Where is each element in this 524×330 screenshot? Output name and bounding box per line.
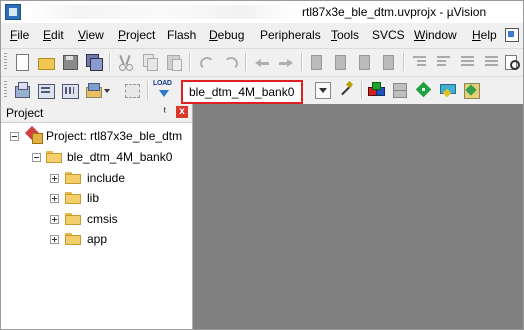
batch-build-icon[interactable] [85, 81, 103, 99]
prev-bookmark-icon[interactable] [331, 53, 349, 71]
toolbar-grip[interactable] [4, 53, 7, 71]
project-pane: Project ᵗ x Project: rtl87x3e_ble_dtm bl… [1, 104, 193, 329]
folder-icon [65, 172, 81, 184]
batch-build-dropdown-icon[interactable] [103, 81, 111, 99]
menu-flash[interactable]: Flash [167, 28, 196, 42]
project-pane-header: Project ᵗ x [1, 104, 192, 123]
menu-svcs[interactable]: SVCS [372, 28, 405, 42]
target-options-icon[interactable] [337, 80, 355, 99]
indent-icon[interactable] [411, 53, 429, 71]
rebuild-icon[interactable] [61, 81, 79, 99]
manage-project-items-icon[interactable] [367, 81, 385, 99]
group-label: include [87, 171, 126, 185]
menu-help[interactable]: Help [472, 28, 497, 42]
target-dropdown-chevron-icon[interactable] [315, 82, 331, 99]
tree-group-row[interactable]: cmsis [1, 210, 192, 228]
new-file-icon[interactable] [13, 53, 31, 71]
toolbar-grip[interactable] [4, 81, 7, 99]
collapse-icon[interactable] [32, 153, 41, 162]
insert-bookmark-icon[interactable] [307, 53, 325, 71]
project-root-icon [24, 125, 43, 144]
menu-peripherals[interactable]: Peripherals [260, 28, 321, 42]
mdi-window-icon[interactable] [505, 28, 519, 42]
comment-icon[interactable] [459, 53, 477, 71]
cut-icon[interactable] [117, 53, 135, 71]
menu-debug[interactable]: Debug [209, 28, 244, 42]
project-root-label: Project: rtl87x3e_ble_dtm [46, 129, 183, 143]
expand-icon[interactable] [50, 194, 59, 203]
build-toolbar: LOAD ble_dtm_4M_bank0 [1, 76, 523, 104]
menu-view[interactable]: View [78, 28, 104, 42]
target-label: ble_dtm_4M_bank0 [67, 150, 173, 164]
pin-icon[interactable]: ᵗ [159, 106, 171, 119]
next-bookmark-icon[interactable] [355, 53, 373, 71]
stop-build-icon[interactable] [123, 81, 141, 99]
unindent-icon[interactable] [435, 53, 453, 71]
expand-icon[interactable] [50, 215, 59, 224]
collapse-icon[interactable] [10, 132, 19, 141]
menu-file[interactable]: File [10, 28, 29, 42]
menu-project[interactable]: Project [118, 28, 155, 42]
load-label: LOAD [153, 80, 172, 87]
close-icon[interactable]: x [176, 106, 188, 118]
uvision-window: rtl87x3e_ble_dtm.uvprojx - µVision File … [0, 0, 524, 330]
target-folder-icon [46, 151, 62, 163]
menu-edit[interactable]: Edit [43, 28, 64, 42]
manage-packs-icon[interactable] [415, 81, 433, 99]
pack-installer-icon[interactable] [439, 81, 457, 99]
save-icon[interactable] [61, 53, 79, 71]
menu-tools[interactable]: Tools [331, 28, 359, 42]
menu-window[interactable]: Window [414, 28, 457, 42]
load-download-button[interactable]: LOAD [153, 80, 175, 99]
target-select-value: ble_dtm_4M_bank0 [189, 85, 295, 99]
translate-icon[interactable] [13, 81, 31, 99]
select-software-packs-icon[interactable] [463, 81, 481, 99]
tree-root-row[interactable]: Project: rtl87x3e_ble_dtm [1, 125, 192, 145]
file-toolbar [1, 48, 523, 75]
file-extensions-icon[interactable] [391, 81, 409, 99]
copy-icon[interactable] [141, 53, 159, 71]
tree-group-row[interactable]: lib [1, 189, 192, 207]
find-in-files-icon[interactable] [503, 53, 521, 71]
clear-bookmarks-icon[interactable] [379, 53, 397, 71]
title-bar: rtl87x3e_ble_dtm.uvprojx - µVision [1, 1, 523, 23]
expand-icon[interactable] [50, 174, 59, 183]
undo-icon[interactable] [197, 53, 215, 71]
menu-bar: File Edit View Project Flash Debug Perip… [1, 25, 523, 45]
title-redacted-area [23, 5, 298, 19]
editor-area[interactable] [193, 104, 523, 329]
target-select[interactable]: ble_dtm_4M_bank0 [181, 80, 303, 104]
nav-forward-icon[interactable] [277, 53, 295, 71]
folder-icon [65, 233, 81, 245]
folder-icon [65, 192, 81, 204]
uncomment-icon[interactable] [483, 53, 501, 71]
group-label: lib [87, 191, 100, 205]
build-icon[interactable] [37, 81, 55, 99]
expand-icon[interactable] [50, 235, 59, 244]
tree-group-row[interactable]: include [1, 169, 192, 187]
project-pane-title: Project [6, 106, 44, 120]
group-label: app [87, 232, 108, 246]
save-all-icon[interactable] [85, 53, 103, 71]
nav-back-icon[interactable] [253, 53, 271, 71]
paste-icon[interactable] [165, 53, 183, 71]
redo-icon[interactable] [221, 53, 239, 71]
tree-target-row[interactable]: ble_dtm_4M_bank0 [1, 148, 192, 166]
folder-icon [65, 213, 81, 225]
open-file-icon[interactable] [37, 53, 55, 71]
uvision-app-icon [5, 4, 21, 20]
tree-group-row[interactable]: app [1, 230, 192, 248]
window-title: rtl87x3e_ble_dtm.uvprojx - µVision [302, 5, 487, 19]
group-label: cmsis [87, 212, 118, 226]
